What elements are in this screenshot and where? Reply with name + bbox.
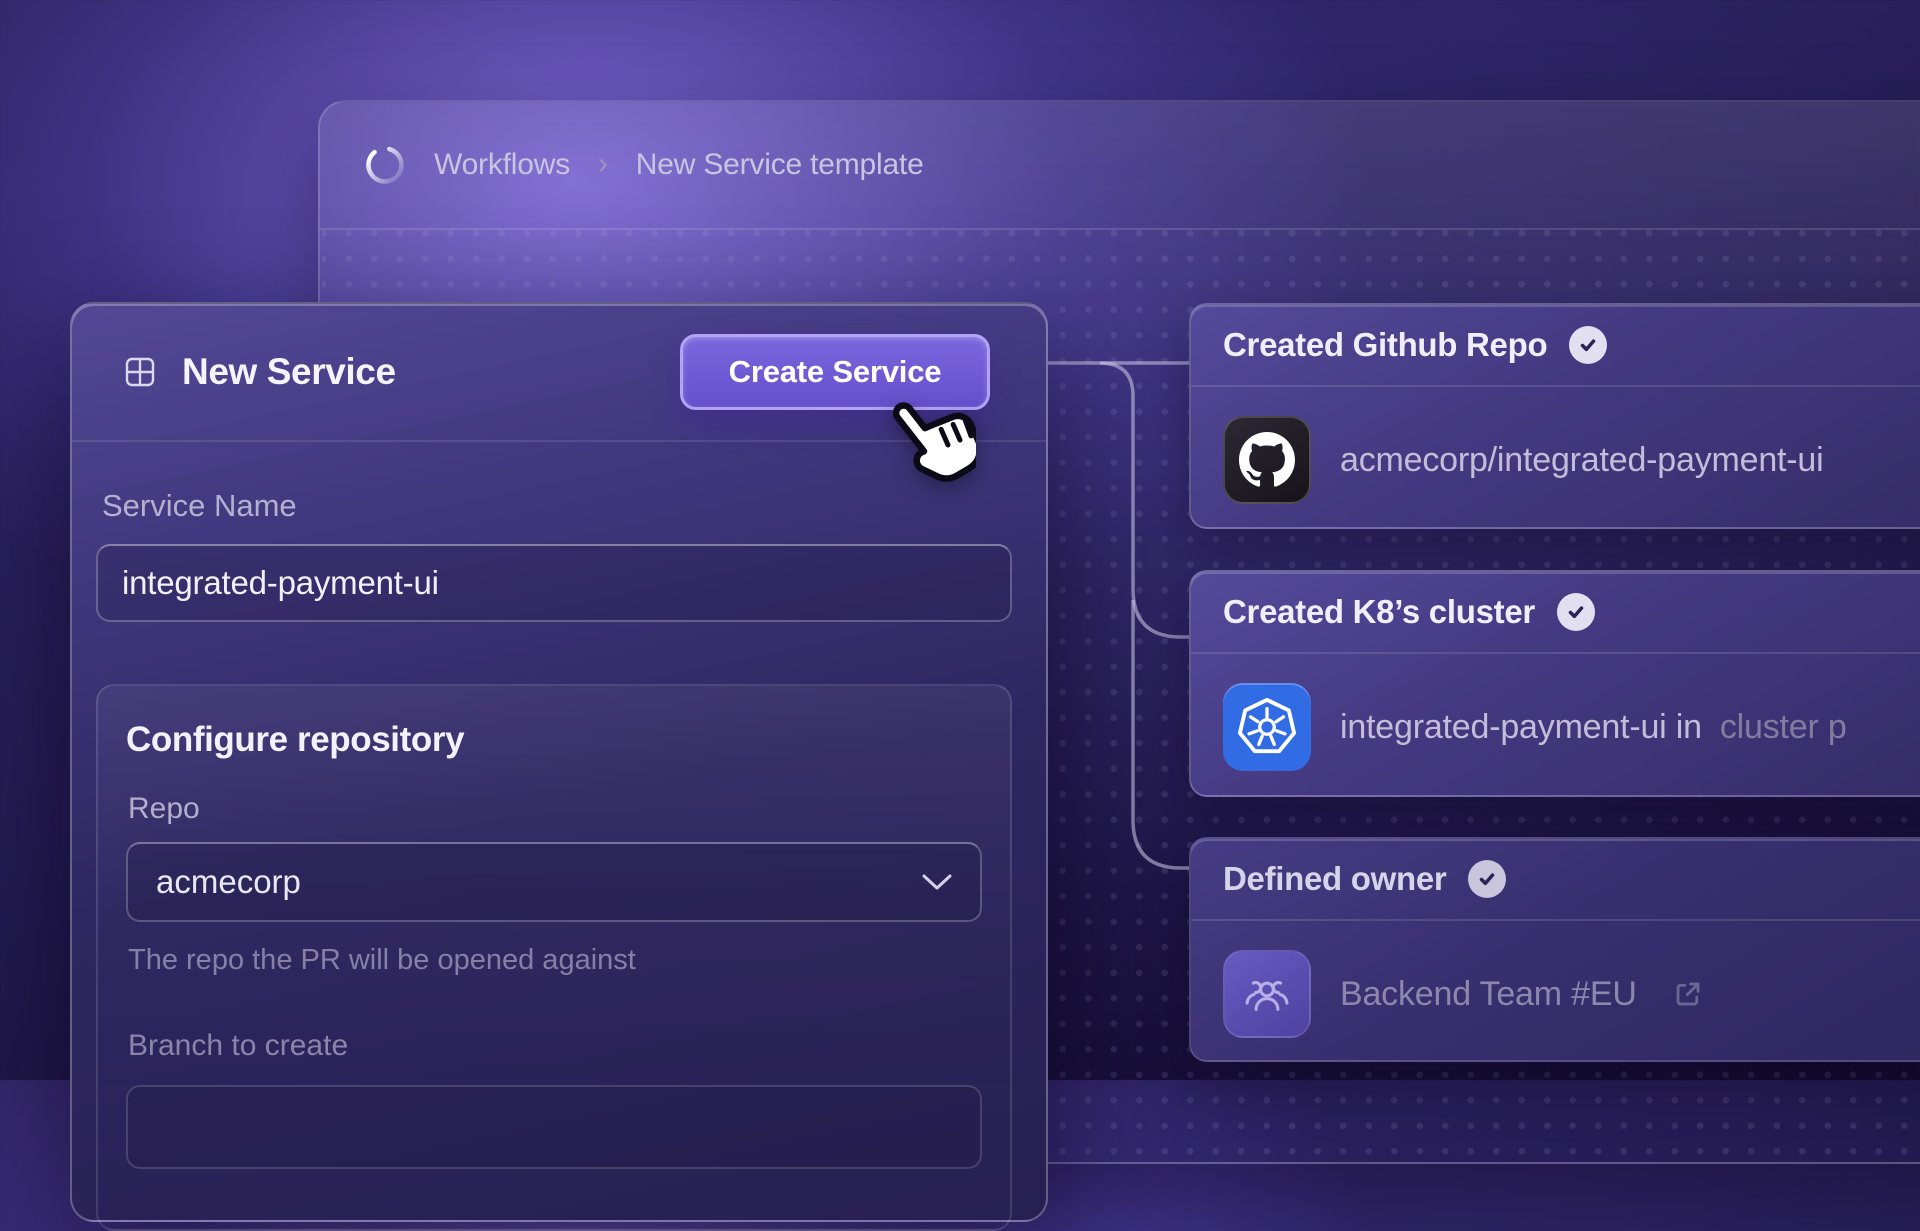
new-service-panel: New Service Create Service Service Name … bbox=[70, 302, 1048, 1222]
step-title: Created K8’s cluster bbox=[1223, 593, 1535, 631]
step-title: Defined owner bbox=[1223, 860, 1446, 898]
step-detail: acmecorp/integrated-payment-ui bbox=[1340, 441, 1841, 480]
repo-helper-text: The repo the PR will be opened against bbox=[128, 944, 982, 977]
check-icon bbox=[1468, 860, 1506, 898]
branch-input[interactable] bbox=[126, 1085, 982, 1169]
check-icon bbox=[1557, 593, 1595, 631]
team-icon bbox=[1223, 950, 1311, 1038]
configure-repository-section: Configure repository Repo acmecorp The r… bbox=[96, 684, 1012, 1231]
grid-icon bbox=[124, 356, 156, 388]
repo-select[interactable]: acmecorp bbox=[126, 842, 982, 922]
chevron-down-icon bbox=[922, 874, 952, 891]
step-detail: integrated-payment-ui in cluster p bbox=[1340, 708, 1847, 747]
kubernetes-icon bbox=[1223, 683, 1311, 771]
check-icon bbox=[1569, 326, 1607, 364]
step-card-github-repo: Created Github Repo acmecorp/integrated-… bbox=[1189, 303, 1920, 529]
repo-label: Repo bbox=[128, 792, 982, 826]
chevron-right-icon: › bbox=[598, 147, 608, 181]
service-name-label: Service Name bbox=[102, 488, 1012, 524]
external-link-icon[interactable] bbox=[1673, 979, 1703, 1009]
breadcrumb: Workflows › New Service template bbox=[320, 102, 1920, 230]
page-title: New Service bbox=[182, 351, 396, 393]
breadcrumb-item-workflows[interactable]: Workflows bbox=[434, 148, 570, 182]
branch-label: Branch to create bbox=[128, 1029, 982, 1063]
step-detail: Backend Team #EU bbox=[1340, 975, 1703, 1014]
step-card-defined-owner: Defined owner Backend Team #EU bbox=[1189, 837, 1920, 1062]
step-title: Created Github Repo bbox=[1223, 326, 1547, 364]
create-service-button[interactable]: Create Service bbox=[680, 334, 990, 410]
loading-spinner-icon bbox=[364, 144, 406, 186]
step-row: integrated-payment-ui in cluster p bbox=[1191, 654, 1920, 797]
section-title: Configure repository bbox=[126, 720, 982, 760]
step-row: Backend Team #EU bbox=[1191, 921, 1920, 1062]
step-row: acmecorp/integrated-payment-ui bbox=[1191, 387, 1920, 529]
step-card-k8s-cluster: Created K8’s cluster integrated-payment-… bbox=[1189, 570, 1920, 797]
service-name-input[interactable] bbox=[96, 544, 1012, 622]
github-icon bbox=[1223, 416, 1311, 504]
breadcrumb-item-template: New Service template bbox=[636, 148, 924, 182]
repo-select-value: acmecorp bbox=[156, 863, 301, 901]
